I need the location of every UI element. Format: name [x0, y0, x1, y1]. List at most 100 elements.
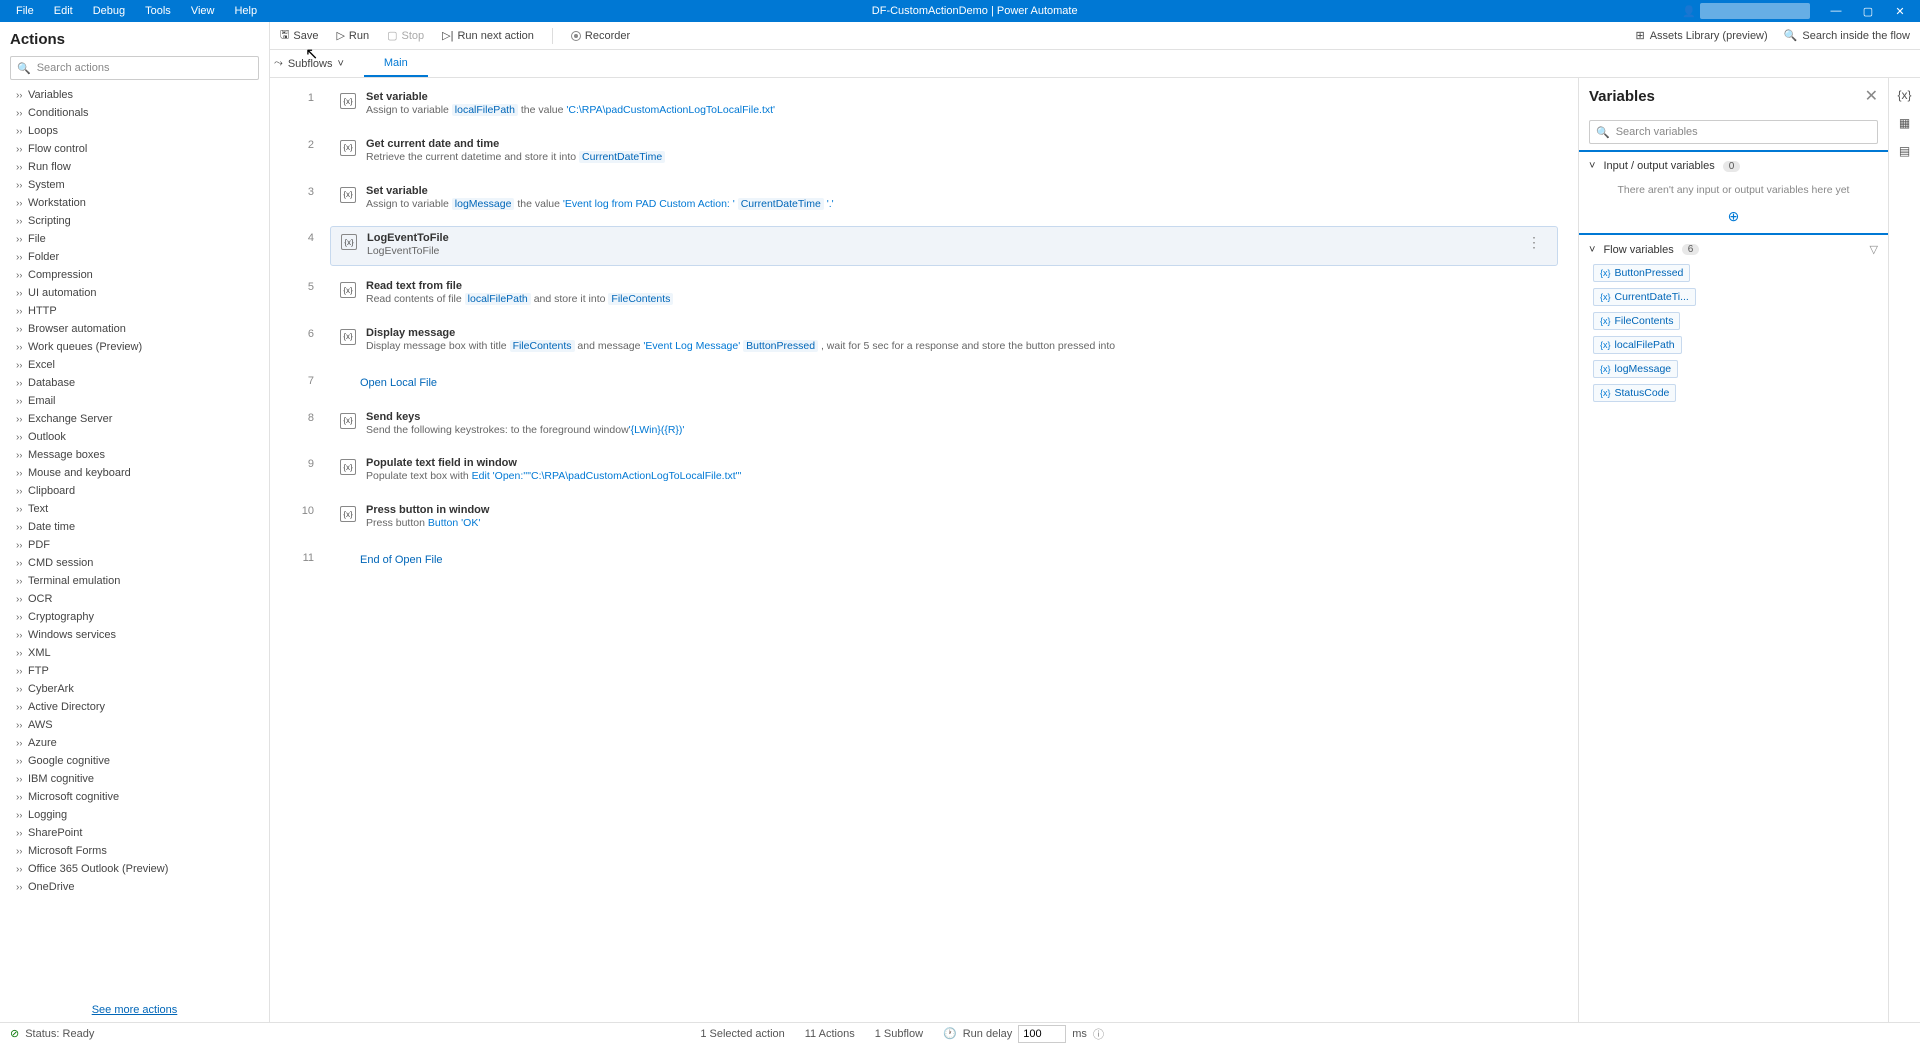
action-category[interactable]: ›Database	[0, 374, 269, 392]
flow-variables-header[interactable]: ˅ Flow variables 6 ▽	[1589, 243, 1878, 256]
flow-step[interactable]: 7Open Local File	[270, 365, 1578, 402]
action-category[interactable]: ›Google cognitive	[0, 752, 269, 770]
flow-step[interactable]: 4{x}LogEventToFileLogEventToFile⋮	[270, 222, 1578, 271]
maximize-button[interactable]: ▢	[1854, 5, 1882, 18]
action-category[interactable]: ›Microsoft Forms	[0, 842, 269, 860]
close-button[interactable]: ✕	[1886, 5, 1914, 18]
stop-button[interactable]: ▢Stop	[381, 26, 430, 45]
action-category[interactable]: ›Logging	[0, 806, 269, 824]
flow-variable-chip[interactable]: {x}logMessage	[1593, 360, 1678, 378]
run-button[interactable]: ▷Run	[330, 26, 375, 45]
menu-help[interactable]: Help	[224, 2, 267, 20]
menu-tools[interactable]: Tools	[135, 2, 181, 20]
action-category[interactable]: ›Clipboard	[0, 482, 269, 500]
action-category[interactable]: ›SharePoint	[0, 824, 269, 842]
action-category[interactable]: ›File	[0, 230, 269, 248]
action-category[interactable]: ›Workstation	[0, 194, 269, 212]
menu-view[interactable]: View	[181, 2, 225, 20]
filter-icon[interactable]: ▽	[1870, 243, 1878, 256]
action-category[interactable]: ›Azure	[0, 734, 269, 752]
subflows-dropdown[interactable]: ⤳ Subflows ˅	[274, 57, 344, 70]
action-category[interactable]: ›Excel	[0, 356, 269, 374]
flow-step[interactable]: 9{x}Populate text field in windowPopulat…	[270, 448, 1578, 495]
flow-step[interactable]: 5{x}Read text from fileRead contents of …	[270, 271, 1578, 318]
action-category[interactable]: ›Active Directory	[0, 698, 269, 716]
action-category[interactable]: ›Flow control	[0, 140, 269, 158]
action-category[interactable]: ›PDF	[0, 536, 269, 554]
action-category[interactable]: ›Folder	[0, 248, 269, 266]
action-category[interactable]: ›OneDrive	[0, 878, 269, 896]
search-flow-input[interactable]: 🔍Search inside the flow	[1784, 29, 1910, 42]
tab-main[interactable]: Main	[364, 50, 428, 77]
action-category[interactable]: ›Email	[0, 392, 269, 410]
action-category[interactable]: ›FTP	[0, 662, 269, 680]
close-pane-button[interactable]: ✕	[1865, 86, 1878, 106]
action-category[interactable]: ›Message boxes	[0, 446, 269, 464]
action-category[interactable]: ›XML	[0, 644, 269, 662]
action-category[interactable]: ›System	[0, 176, 269, 194]
actions-tree[interactable]: ›Variables›Conditionals›Loops›Flow contr…	[0, 86, 269, 998]
save-button[interactable]: 🖫Save	[274, 23, 324, 48]
menu-edit[interactable]: Edit	[44, 2, 83, 20]
action-category[interactable]: ›Exchange Server	[0, 410, 269, 428]
action-category[interactable]: ›CyberArk	[0, 680, 269, 698]
action-category[interactable]: ›Work queues (Preview)	[0, 338, 269, 356]
action-category[interactable]: ›CMD session	[0, 554, 269, 572]
action-category[interactable]: ›Browser automation	[0, 320, 269, 338]
step-more-button[interactable]: ⋮	[1521, 232, 1547, 253]
variables-pane: Variables ✕ 🔍 Search variables ˅ Input /…	[1578, 78, 1888, 1022]
action-category[interactable]: ›Cryptography	[0, 608, 269, 626]
add-io-variable-button[interactable]: ⊕	[1589, 208, 1878, 225]
see-more-actions-link[interactable]: See more actions	[92, 1004, 178, 1016]
action-category[interactable]: ›Mouse and keyboard	[0, 464, 269, 482]
flow-step[interactable]: 10{x}Press button in windowPress button …	[270, 495, 1578, 542]
action-category[interactable]: ›Office 365 Outlook (Preview)	[0, 860, 269, 878]
run-delay-input[interactable]	[1018, 1025, 1066, 1043]
menu-file[interactable]: File	[6, 2, 44, 20]
action-category[interactable]: ›UI automation	[0, 284, 269, 302]
action-category[interactable]: ›Variables	[0, 86, 269, 104]
user-icon[interactable]: 👤	[1682, 5, 1696, 18]
flow-variable-chip[interactable]: {x}StatusCode	[1593, 384, 1676, 402]
menu-debug[interactable]: Debug	[83, 2, 135, 20]
flow-canvas[interactable]: 1{x}Set variableAssign to variable local…	[270, 78, 1578, 1022]
action-category[interactable]: ›Outlook	[0, 428, 269, 446]
flow-variable-chip[interactable]: {x}CurrentDateTi...	[1593, 288, 1696, 306]
flow-step[interactable]: 11End of Open File	[270, 542, 1578, 579]
flow-step[interactable]: 1{x}Set variableAssign to variable local…	[270, 82, 1578, 129]
action-category[interactable]: ›Text	[0, 500, 269, 518]
toolbar: 🖫Save ▷Run ▢Stop ▷|Run next action Recor…	[0, 22, 1920, 50]
action-category[interactable]: ›OCR	[0, 590, 269, 608]
action-category[interactable]: ›Date time	[0, 518, 269, 536]
recorder-button[interactable]: Recorder	[565, 27, 636, 45]
action-category[interactable]: ›Run flow	[0, 158, 269, 176]
flow-variable-chip[interactable]: {x}localFilePath	[1593, 336, 1682, 354]
action-category[interactable]: ›Loops	[0, 122, 269, 140]
flow-variable-chip[interactable]: {x}ButtonPressed	[1593, 264, 1690, 282]
flow-step[interactable]: 3{x}Set variableAssign to variable logMe…	[270, 176, 1578, 223]
flow-step[interactable]: 6{x}Display messageDisplay message box w…	[270, 318, 1578, 365]
info-icon[interactable]: ⓘ	[1093, 1026, 1104, 1042]
action-category[interactable]: ›Conditionals	[0, 104, 269, 122]
flow-step[interactable]: 8{x}Send keysSend the following keystrok…	[270, 402, 1578, 449]
ui-elements-rail-icon[interactable]: ▤	[1899, 144, 1910, 158]
action-category[interactable]: ›IBM cognitive	[0, 770, 269, 788]
assets-library-button[interactable]: ⊞Assets Library (preview)	[1635, 29, 1767, 42]
flow-step[interactable]: 2{x}Get current date and timeRetrieve th…	[270, 129, 1578, 176]
images-rail-icon[interactable]: ▦	[1899, 116, 1910, 130]
action-category[interactable]: ›Compression	[0, 266, 269, 284]
variables-search-input[interactable]: 🔍 Search variables	[1589, 120, 1878, 144]
action-category[interactable]: ›HTTP	[0, 302, 269, 320]
action-category[interactable]: ›AWS	[0, 716, 269, 734]
actions-search-input[interactable]: 🔍 Search actions	[10, 56, 259, 80]
minimize-button[interactable]: —	[1822, 5, 1850, 17]
action-category[interactable]: ›Microsoft cognitive	[0, 788, 269, 806]
action-category[interactable]: ›Terminal emulation	[0, 572, 269, 590]
variables-rail-icon[interactable]: {x}	[1897, 88, 1911, 102]
flow-variable-chip[interactable]: {x}FileContents	[1593, 312, 1680, 330]
action-category[interactable]: ›Windows services	[0, 626, 269, 644]
action-category[interactable]: ›Scripting	[0, 212, 269, 230]
run-next-button[interactable]: ▷|Run next action	[436, 26, 540, 45]
io-variables-header[interactable]: ˅ Input / output variables 0	[1589, 160, 1878, 172]
user-box[interactable]	[1700, 3, 1810, 19]
